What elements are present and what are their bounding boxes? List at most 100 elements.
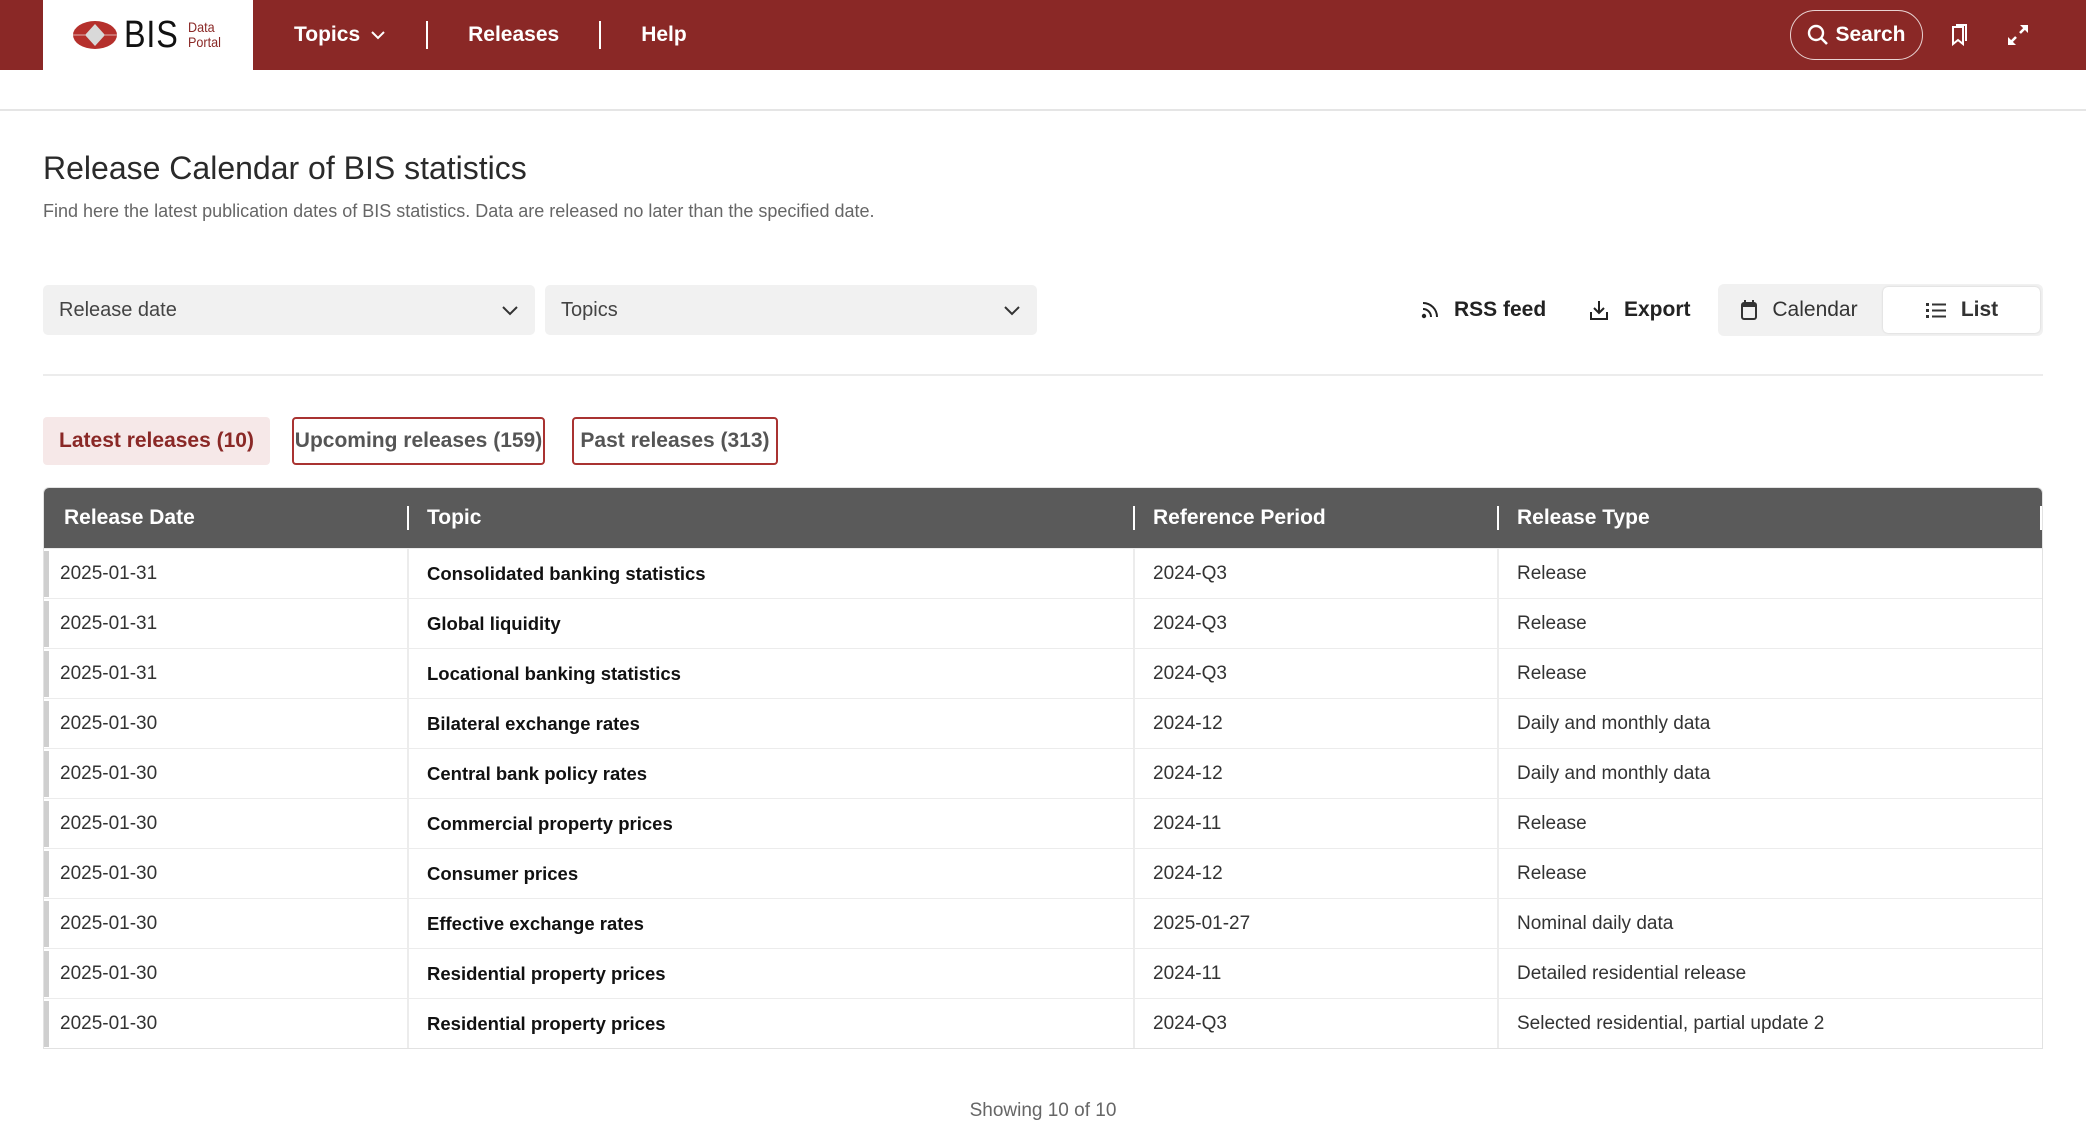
row-accent: [44, 801, 49, 847]
table-row[interactable]: 2025-01-30 Central bank policy rates 2024-…: [44, 748, 2042, 799]
cell-release-date: 2025-01-30: [60, 813, 158, 834]
topics-select[interactable]: Topics: [545, 285, 1037, 335]
expand-icon[interactable]: [2005, 22, 2031, 48]
cell-divider: [1497, 649, 1499, 699]
cell-divider: [1133, 649, 1135, 699]
column-divider[interactable]: [1133, 506, 1135, 530]
row-accent: [44, 951, 49, 997]
cell-release-type: Release: [1517, 563, 1587, 584]
table-row[interactable]: 2025-01-31 Consolidated banking statistic…: [44, 548, 2042, 599]
logo-subtitle-line1: Data: [187, 19, 215, 35]
column-divider[interactable]: [407, 506, 409, 530]
cell-topic[interactable]: Residential property prices: [427, 999, 666, 1048]
view-toggle: Calendar List: [1718, 284, 2043, 336]
nav-topics[interactable]: Topics: [253, 22, 426, 48]
cell-divider: [1497, 599, 1499, 649]
cell-divider: [1133, 799, 1135, 849]
cell-reference-period: 2024-12: [1153, 713, 1223, 734]
row-accent: [44, 1001, 49, 1047]
column-divider[interactable]: [2040, 506, 2042, 530]
tab-upcoming-releases-label: Upcoming releases (159): [294, 429, 543, 452]
calendar-view-label: Calendar: [1772, 298, 1858, 321]
row-accent: [44, 901, 49, 947]
cell-reference-period: 2024-12: [1153, 763, 1223, 784]
search-icon: [1808, 24, 1829, 45]
tab-upcoming-releases[interactable]: Upcoming releases (159): [292, 417, 545, 465]
main-nav: Topics Releases Help: [253, 0, 727, 70]
tab-past-releases[interactable]: Past releases (313): [572, 417, 778, 465]
cell-topic[interactable]: Global liquidity: [427, 599, 561, 649]
cell-topic[interactable]: Effective exchange rates: [427, 899, 644, 949]
nav-help[interactable]: Help: [601, 22, 727, 48]
column-header-reference-period[interactable]: Reference Period: [1153, 488, 1326, 548]
cell-release-date: 2025-01-30: [60, 963, 158, 984]
table-row[interactable]: 2025-01-30 Residential property prices 202…: [44, 998, 2042, 1048]
row-accent: [44, 851, 49, 897]
table-header: Release Date Topic Reference Period Rele…: [44, 488, 2042, 548]
release-date-select[interactable]: Release date: [43, 285, 535, 335]
cell-divider: [1133, 599, 1135, 649]
cell-topic[interactable]: Consolidated banking statistics: [427, 549, 706, 599]
releases-table: Release Date Topic Reference Period Rele…: [43, 487, 2043, 1049]
tab-latest-releases-label: Latest releases (10): [59, 429, 254, 452]
row-accent: [44, 701, 49, 747]
cell-reference-period: 2024-12: [1153, 863, 1223, 884]
column-header-topic[interactable]: Topic: [427, 488, 481, 548]
bis-logo-mark-icon: [72, 21, 117, 49]
cell-divider: [1133, 549, 1135, 599]
export-button[interactable]: Export: [1588, 285, 1691, 335]
cell-topic[interactable]: Central bank policy rates: [427, 749, 647, 799]
header-divider: [0, 109, 2086, 111]
topics-select-value: Topics: [561, 298, 618, 321]
release-date-select-value: Release date: [59, 298, 177, 321]
row-accent: [44, 551, 49, 597]
calendar-view-button[interactable]: Calendar: [1718, 287, 1880, 333]
cell-divider: [407, 999, 409, 1048]
cell-release-date: 2025-01-31: [60, 663, 158, 684]
table-row[interactable]: 2025-01-30 Effective exchange rates 2025-0…: [44, 898, 2042, 949]
cell-topic[interactable]: Consumer prices: [427, 849, 578, 899]
table-row[interactable]: 2025-01-31 Locational banking statistics 2…: [44, 648, 2042, 699]
column-header-release-date[interactable]: Release Date: [64, 488, 195, 548]
cell-divider: [1497, 749, 1499, 799]
rss-feed-button[interactable]: RSS feed: [1420, 285, 1546, 335]
cell-divider: [407, 649, 409, 699]
cell-release-type: Nominal daily data: [1517, 913, 1674, 934]
nav-releases-label: Releases: [468, 23, 560, 46]
cell-divider: [1133, 749, 1135, 799]
rss-icon: [1421, 302, 1438, 319]
column-header-label: Release Date: [64, 506, 195, 529]
table-row[interactable]: 2025-01-31 Global liquidity 2024-Q3 Release: [44, 598, 2042, 649]
download-icon: [1590, 301, 1608, 320]
chevron-down-icon: [1004, 305, 1020, 315]
row-accent: [44, 751, 49, 797]
cell-release-type: Release: [1517, 613, 1587, 634]
logo-subtitle-line2: Portal: [187, 34, 221, 50]
list-view-button[interactable]: List: [1883, 287, 2040, 333]
cell-topic[interactable]: Residential property prices: [427, 949, 666, 999]
table-row[interactable]: 2025-01-30 Consumer prices 2024-12 Release: [44, 848, 2042, 899]
table-row[interactable]: 2025-01-30 Bilateral exchange rates 2024-1…: [44, 698, 2042, 749]
cell-divider: [1497, 999, 1499, 1048]
column-divider[interactable]: [1497, 506, 1499, 530]
cell-divider: [407, 849, 409, 899]
cell-release-date: 2025-01-30: [60, 913, 158, 934]
chevron-down-icon: [371, 31, 385, 40]
cell-divider: [407, 899, 409, 949]
cell-topic[interactable]: Bilateral exchange rates: [427, 699, 640, 749]
search-button[interactable]: Search: [1790, 10, 1923, 60]
table-row[interactable]: 2025-01-30 Residential property prices 202…: [44, 948, 2042, 999]
cell-divider: [407, 599, 409, 649]
cell-topic[interactable]: Commercial property prices: [427, 799, 673, 849]
column-header-release-type[interactable]: Release Type: [1517, 488, 1650, 548]
cell-topic[interactable]: Locational banking statistics: [427, 649, 681, 699]
nav-releases[interactable]: Releases: [428, 22, 599, 48]
cell-release-date: 2025-01-31: [60, 613, 158, 634]
cell-divider: [1497, 949, 1499, 999]
filters-divider: [43, 374, 2043, 376]
bis-logo[interactable]: BIS Data Portal: [43, 0, 253, 70]
bookmark-icon[interactable]: [1946, 22, 1972, 48]
table-row[interactable]: 2025-01-30 Commercial property prices 2024…: [44, 798, 2042, 849]
cell-divider: [1497, 549, 1499, 599]
tab-latest-releases[interactable]: Latest releases (10): [43, 417, 270, 465]
